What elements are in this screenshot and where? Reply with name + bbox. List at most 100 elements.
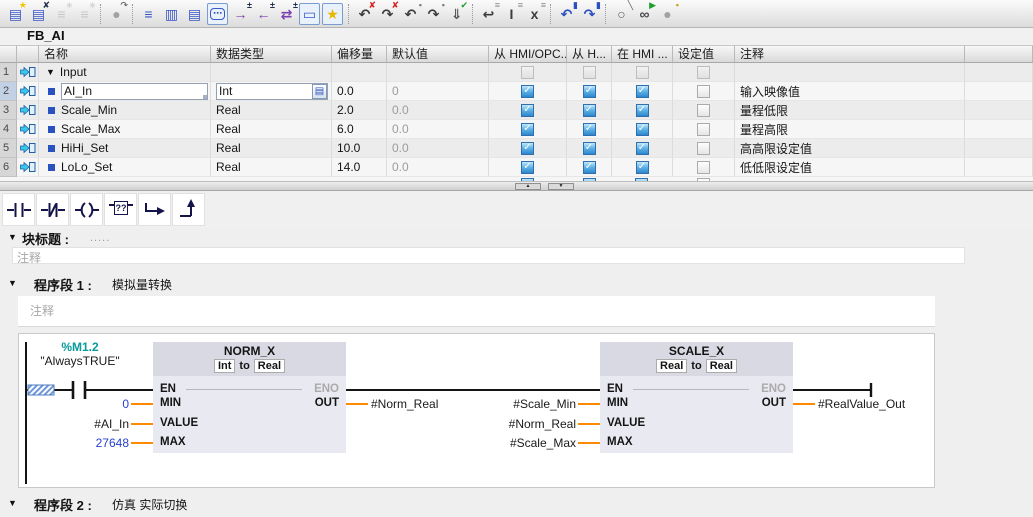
norm-max-operand[interactable]: 27648 [39,436,129,450]
checkbox-checked[interactable] [636,161,649,174]
close-all-networks-icon[interactable]: ▤ [184,3,205,25]
variable-name-cell[interactable]: AI_In [39,82,211,101]
column-header[interactable]: 名称 [39,45,211,63]
block-comment-field[interactable]: 注释 [12,247,965,264]
know-how-protection-icon[interactable]: ●▪ [657,3,678,25]
variable-name-cell[interactable]: Scale_Min [39,101,211,120]
checkbox-unchecked[interactable] [697,161,710,174]
variable-name-cell[interactable]: LoLo_Set [39,158,211,177]
scale-min-operand[interactable]: #Scale_Min [456,397,576,411]
checkbox-unchecked[interactable] [697,104,710,117]
insert-row-above-icon[interactable]: ≡∗ [51,3,72,25]
open-branch-button[interactable] [138,193,171,226]
checkbox-checked[interactable] [521,85,534,98]
norm-out-operand[interactable]: #Norm_Real [371,397,438,411]
absolute-operands-icon[interactable]: ≡ [138,3,159,25]
program-status-icon[interactable]: ▭ [299,3,320,25]
network-1-title[interactable]: 模拟量转换 [112,276,172,293]
checkbox-unchecked[interactable] [636,66,649,79]
empty-box-button[interactable]: ?? [104,193,137,226]
scale-x-block[interactable]: SCALE_X Real to Real EN ENO MIN OUT VALU… [600,342,793,453]
checkbox-unchecked[interactable] [697,66,710,79]
selected-wire-handle[interactable] [28,385,54,395]
norm-x-block[interactable]: NORM_X Int to Real EN ENO MIN OUT VALUE … [153,342,346,453]
open-all-networks-icon[interactable]: ▥ [161,3,182,25]
checkbox-unchecked[interactable] [697,123,710,136]
insert-row-below-icon[interactable]: ≡∗ [74,3,95,25]
synchronize-block-icon[interactable]: ↷▪ [423,3,444,25]
splitter-expand-button[interactable]: ▼ [548,183,574,190]
comment-cell[interactable]: 量程低限 [735,101,965,120]
checkbox-unchecked[interactable] [583,66,596,79]
show-inout-parameters-icon[interactable]: ⇄± [276,3,297,25]
show-input-parameters-icon[interactable]: →± [230,3,251,25]
update-block-calls-icon[interactable]: ↶▪ [400,3,421,25]
call-structure-icon[interactable]: ↩≡ [478,3,499,25]
offset-cell[interactable]: 10.0 [332,139,387,158]
checkbox-checked[interactable] [583,161,596,174]
block-type-to[interactable]: Real [254,359,285,373]
next-position-icon[interactable]: ↷▮ [579,3,600,25]
row-number[interactable]: 1 [0,63,17,82]
splitter-collapse-button[interactable]: ▲ [515,183,541,190]
variable-name-cell[interactable]: Scale_Max [39,120,211,139]
row-number[interactable]: 2 [0,82,17,101]
comment-cell[interactable]: 低低限设定值 [735,158,965,177]
checkbox-checked[interactable] [521,161,534,174]
checkbox-checked[interactable] [521,142,534,155]
coil-button[interactable] [70,193,103,226]
column-header[interactable]: 从 H... [567,45,612,63]
network-2-title[interactable]: 仿真 实际切换 [112,496,187,513]
default-value-cell[interactable]: 0.0 [387,101,489,120]
comment-cell[interactable]: 量程高限 [735,120,965,139]
block-type-from[interactable]: Int [214,359,235,373]
contact-address[interactable]: %M1.2 [30,340,130,354]
network-2-header[interactable]: ▼ 程序段 2 : 仿真 实际切换 [0,495,1033,517]
comment-cell[interactable] [735,63,965,82]
collapse-triangle-icon[interactable]: ▼ [8,278,17,288]
column-header[interactable]: 设定值 [673,45,735,63]
goto-next-error-icon[interactable]: ↷✘ [377,3,398,25]
block-type-to[interactable]: Real [706,359,737,373]
default-value-cell[interactable] [387,63,489,82]
datatype-cell[interactable]: Real [211,139,332,158]
delete-row-icon[interactable]: ▤✘ [28,3,49,25]
checkbox-unchecked[interactable] [697,142,710,155]
default-value-cell[interactable]: 0.0 [387,139,489,158]
consistency-check-icon[interactable]: ⇓✔ [446,3,467,25]
datatype-picker-button[interactable]: ▤ [312,84,327,99]
offset-cell[interactable]: 0.0 [332,82,387,101]
default-value-cell[interactable]: 0.0 [387,120,489,139]
expander-icon[interactable]: ▼ [46,67,55,77]
default-value-cell[interactable]: 0.0 [387,158,489,177]
column-header[interactable]: 数据类型 [211,45,332,63]
column-header[interactable]: 默认值 [387,45,489,63]
checkbox-checked[interactable] [583,142,596,155]
nc-contact-button[interactable] [36,193,69,226]
column-header[interactable]: 在 HMI ... [612,45,673,63]
previous-position-icon[interactable]: ↶▮ [556,3,577,25]
datatype-cell[interactable]: Real [211,101,332,120]
column-header[interactable]: 注释 [735,45,965,63]
block-type-from[interactable]: Real [656,359,687,373]
comment-cell[interactable]: 高高限设定值 [735,139,965,158]
default-value-cell[interactable]: 0 [387,82,489,101]
offset-cell[interactable]: 6.0 [332,120,387,139]
monitoring-glasses-icon[interactable]: ∞▶ [634,3,655,25]
assignment-list-icon[interactable]: I≡ [501,3,522,25]
datatype-cell[interactable]: Real [211,120,332,139]
offset-cell[interactable]: 14.0 [332,158,387,177]
row-number[interactable]: 5 [0,139,17,158]
offset-cell[interactable] [332,63,387,82]
row-number[interactable]: 4 [0,120,17,139]
close-branch-button[interactable] [172,193,205,226]
collapse-triangle-icon[interactable]: ▼ [8,498,17,508]
checkbox-checked[interactable] [583,123,596,136]
resize-grip[interactable] [203,95,207,99]
contact-name[interactable]: "AlwaysTRUE" [30,354,130,368]
variable-name-cell[interactable]: HiHi_Set [39,139,211,158]
checkbox-unchecked[interactable] [697,85,710,98]
column-header[interactable]: 从 HMI/OPC.. [489,45,567,63]
network-1-comment-field[interactable]: 注释 [18,296,935,327]
checkbox-checked[interactable] [636,123,649,136]
